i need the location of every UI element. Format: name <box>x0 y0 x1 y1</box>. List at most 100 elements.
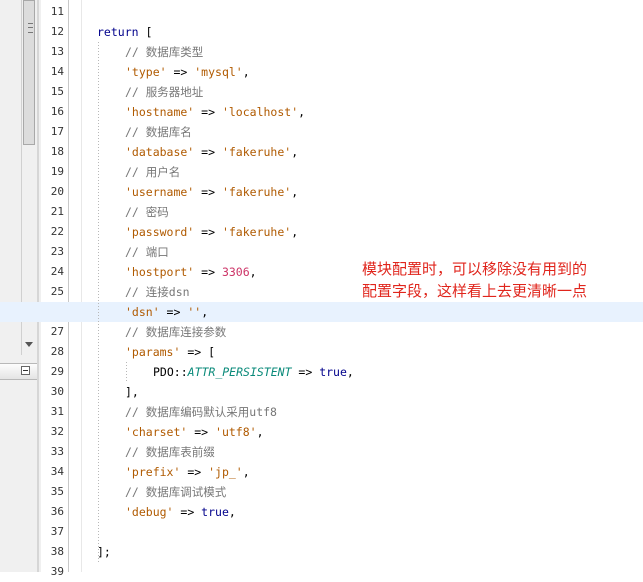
token: // 密码 <box>125 205 169 219</box>
code-line[interactable]: 'prefix' => 'jp_', <box>0 462 643 482</box>
token: 'jp_' <box>208 465 243 479</box>
code-line[interactable]: return [ <box>0 22 643 42</box>
token: , <box>291 225 299 239</box>
code-text: // 数据库名 <box>125 122 192 142</box>
token: => <box>166 65 195 79</box>
code-text: // 服务器地址 <box>125 82 203 102</box>
code-text: 'prefix' => 'jp_', <box>125 462 250 482</box>
token: , <box>291 185 299 199</box>
code-text: // 数据库调试模式 <box>125 482 226 502</box>
code-line[interactable]: 'hostname' => 'localhost', <box>0 102 643 122</box>
code-text: 'username' => 'fakeruhe', <box>125 182 298 202</box>
token: => <box>159 305 188 319</box>
code-text: // 连接dsn <box>125 282 190 302</box>
code-line[interactable]: ]; <box>0 542 643 562</box>
token: => <box>173 505 202 519</box>
token: 'fakeruhe' <box>221 225 292 239</box>
code-line[interactable]: 'type' => 'mysql', <box>0 62 643 82</box>
annotation-line-1: 模块配置时，可以移除没有用到的 <box>362 260 588 278</box>
current-line[interactable]: 'dsn' => '', <box>0 302 643 322</box>
token: 'prefix' <box>125 465 181 479</box>
token: // 连接dsn <box>125 285 190 299</box>
token: // 端口 <box>125 245 169 259</box>
code-line[interactable]: 'password' => 'fakeruhe', <box>0 222 643 242</box>
code-line[interactable]: // 密码 <box>0 202 643 222</box>
code-line[interactable]: 'username' => 'fakeruhe', <box>0 182 643 202</box>
token: 'fakeruhe' <box>221 145 292 159</box>
token: '' <box>187 305 202 319</box>
token: // 数据库调试模式 <box>125 485 227 499</box>
code-text: return [ <box>97 22 152 42</box>
annotation-note: 模块配置时，可以移除没有用到的 配置字段，这样看上去更清晰一点 <box>362 258 632 302</box>
token: 3306 <box>221 265 250 279</box>
code-line[interactable]: // 用户名 <box>0 162 643 182</box>
token: 'type' <box>125 65 167 79</box>
code-line[interactable] <box>0 562 643 582</box>
token: return <box>97 25 139 39</box>
code-text: // 数据库类型 <box>125 42 203 62</box>
token: PDO <box>153 365 174 379</box>
token: // 数据库表前缀 <box>125 445 215 459</box>
code-text: 'params' => [ <box>125 342 215 362</box>
code-line[interactable]: // 数据库名 <box>0 122 643 142</box>
code-line[interactable]: // 服务器地址 <box>0 82 643 102</box>
code-text: 'dsn' => '', <box>125 302 208 322</box>
token: => <box>194 225 222 239</box>
code-line[interactable] <box>0 2 643 22</box>
token: ], <box>125 385 139 399</box>
token: 'fakeruhe' <box>221 185 292 199</box>
token: , <box>201 305 209 319</box>
code-line[interactable]: 'params' => [ <box>0 342 643 362</box>
code-line[interactable]: 'debug' => true, <box>0 502 643 522</box>
code-text: ]; <box>97 542 111 562</box>
token: 'mysql' <box>194 65 243 79</box>
token: ]; <box>97 545 111 559</box>
token: true <box>319 365 347 379</box>
code-line[interactable]: // 数据库连接参数 <box>0 322 643 342</box>
token: 'hostport' <box>125 265 195 279</box>
code-text: 'charset' => 'utf8', <box>125 422 264 442</box>
token: => <box>187 425 216 439</box>
code-line[interactable]: 'charset' => 'utf8', <box>0 422 643 442</box>
token: , <box>298 105 306 119</box>
token: => <box>194 265 222 279</box>
token: => <box>194 145 222 159</box>
code-text: 'type' => 'mysql', <box>125 62 250 82</box>
code-line[interactable]: // 数据库类型 <box>0 42 643 62</box>
code-text: // 数据库连接参数 <box>125 322 226 342</box>
code-line[interactable]: PDO::ATTR_PERSISTENT => true, <box>0 362 643 382</box>
code-line[interactable]: 'database' => 'fakeruhe', <box>0 142 643 162</box>
code-text: // 用户名 <box>125 162 180 182</box>
token: 'charset' <box>125 425 188 439</box>
token: => [ <box>180 345 216 359</box>
code-text: ], <box>125 382 139 402</box>
token: , <box>242 65 250 79</box>
token: 'utf8' <box>215 425 257 439</box>
code-text: 'hostport' => 3306, <box>125 262 257 282</box>
token: // 数据库连接参数 <box>125 325 227 339</box>
annotation-line-2: 配置字段，这样看上去更清晰一点 <box>362 282 588 300</box>
token: , <box>346 365 354 379</box>
indent-guide <box>98 42 99 562</box>
code-line[interactable]: // 数据库调试模式 <box>0 482 643 502</box>
token: // 服务器地址 <box>125 85 204 99</box>
code-text: // 数据库表前缀 <box>125 442 215 462</box>
token: 'password' <box>125 225 195 239</box>
token: 'database' <box>125 145 195 159</box>
code-line[interactable] <box>0 522 643 542</box>
code-line[interactable]: // 数据库编码默认采用utf8 <box>0 402 643 422</box>
token: , <box>242 465 250 479</box>
token: // 数据库类型 <box>125 45 204 59</box>
code-text: 'hostname' => 'localhost', <box>125 102 305 122</box>
code-text: // 数据库编码默认采用utf8 <box>125 402 277 422</box>
code-line[interactable]: // 数据库表前缀 <box>0 442 643 462</box>
code-line[interactable]: ], <box>0 382 643 402</box>
token: 'params' <box>125 345 181 359</box>
token: , <box>256 425 264 439</box>
code-text: 'password' => 'fakeruhe', <box>125 222 298 242</box>
token: => <box>194 185 222 199</box>
token: , <box>291 145 299 159</box>
token: => <box>291 365 320 379</box>
code-text: 'debug' => true, <box>125 502 236 522</box>
token: 'debug' <box>125 505 174 519</box>
